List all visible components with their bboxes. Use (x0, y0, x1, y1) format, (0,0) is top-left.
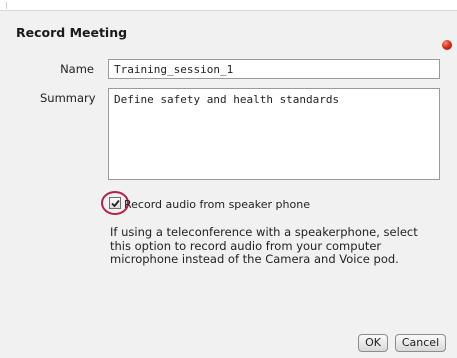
name-label: Name (60, 62, 94, 76)
summary-field[interactable]: Define safety and health standards (108, 88, 440, 180)
speaker-phone-help-text: If using a teleconference with a speaker… (110, 225, 448, 267)
record-speaker-phone-checkbox[interactable] (109, 197, 121, 209)
summary-label: Summary (40, 91, 96, 105)
window-top-edge (0, 0, 457, 10)
checkmark-icon (111, 199, 120, 208)
screenshot-canvas: Record Meeting Name Summary Define safet… (0, 0, 457, 358)
help-text-line: this option to record audio from your co… (110, 238, 382, 253)
cancel-button[interactable]: Cancel (395, 334, 446, 352)
help-text-line: microphone instead of the Camera and Voi… (110, 252, 399, 266)
record-speaker-phone-label[interactable]: Record audio from speaker phone (124, 198, 310, 211)
name-field[interactable] (108, 59, 440, 79)
resize-corner-mark (6, 2, 7, 9)
dialog-title: Record Meeting (16, 25, 128, 40)
ok-button[interactable]: OK (358, 334, 388, 352)
close-icon[interactable] (442, 40, 452, 50)
help-text-line: If using a teleconference with a speaker… (110, 225, 418, 239)
